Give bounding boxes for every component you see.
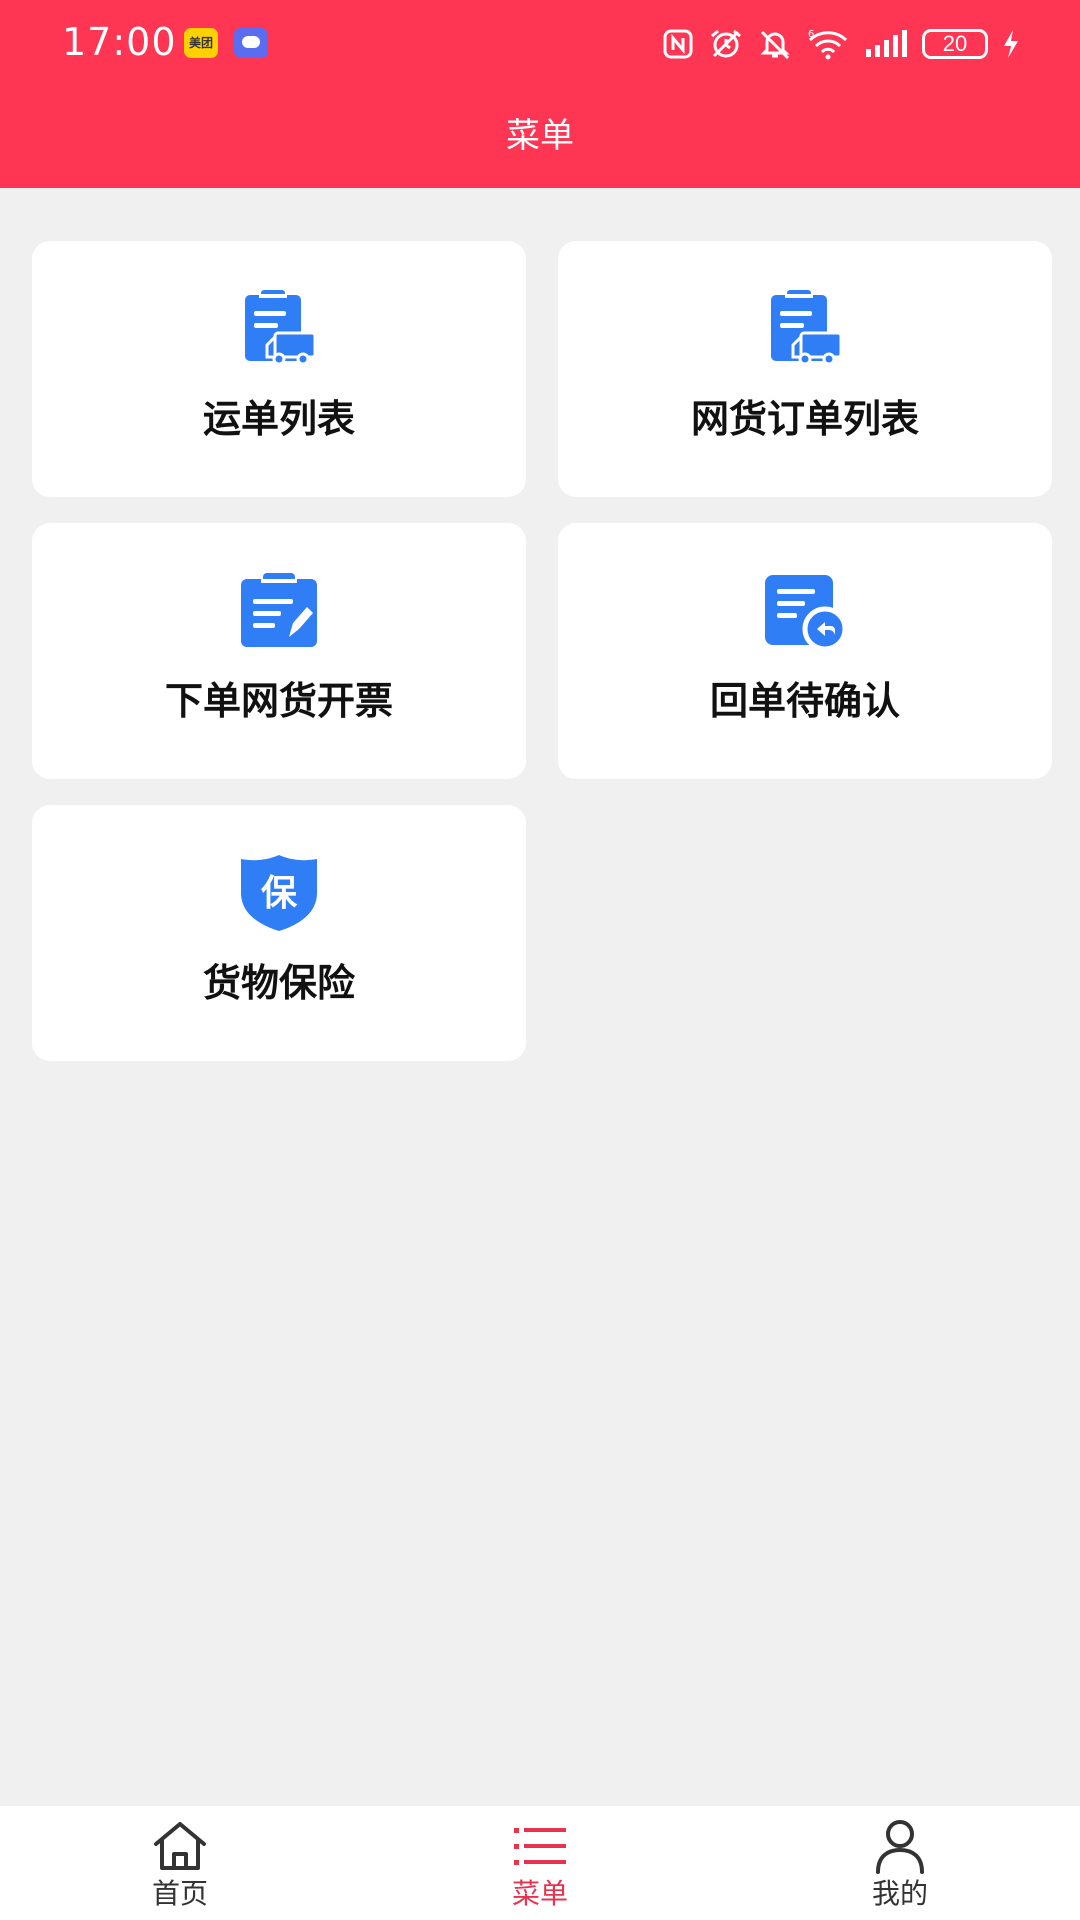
svg-text:6: 6 <box>808 29 814 40</box>
menu-grid: 运单列表 网货订单列表 下单网货开票 回单待确认 保 货物保险 <box>32 241 1052 1061</box>
tab-profile[interactable]: 我的 <box>720 1806 1080 1920</box>
message-icon <box>234 28 268 58</box>
battery-icon: 20 <box>922 29 988 59</box>
menu-card-cargo-insurance[interactable]: 保 货物保险 <box>32 805 526 1061</box>
app-header: 17:00 美团 6 20 菜单 <box>0 0 1080 188</box>
menu-card-label: 货物保险 <box>202 961 355 1005</box>
tab-menu[interactable]: 菜单 <box>360 1806 720 1920</box>
alarm-icon <box>708 28 744 60</box>
tab-label: 菜单 <box>511 1877 568 1910</box>
waybill-truck-icon <box>239 289 319 369</box>
menu-card-freight-order-list[interactable]: 网货订单列表 <box>558 241 1052 497</box>
menu-card-receipt-pending[interactable]: 回单待确认 <box>558 523 1052 779</box>
tab-label: 首页 <box>151 1877 208 1910</box>
wifi-icon: 6 <box>806 28 850 60</box>
tab-home[interactable]: 首页 <box>0 1806 360 1920</box>
status-bar: 17:00 美团 6 20 <box>0 0 1080 88</box>
nfc-icon <box>662 28 694 60</box>
menu-card-label: 下单网货开票 <box>164 679 393 723</box>
menu-card-label: 网货订单列表 <box>690 397 919 441</box>
menu-list-icon <box>510 1818 570 1874</box>
svg-text:保: 保 <box>261 873 298 914</box>
waybill-truck-icon <box>765 289 845 369</box>
signal-icon <box>864 29 908 59</box>
status-time: 17:00 <box>62 20 177 64</box>
menu-card-label: 回单待确认 <box>709 679 900 723</box>
receipt-return-icon <box>765 571 845 651</box>
insurance-shield-icon: 保 <box>239 853 319 933</box>
mute-icon <box>758 28 792 60</box>
page-title: 菜单 <box>506 116 574 156</box>
meituan-icon: 美团 <box>184 28 218 58</box>
invoice-edit-icon <box>239 571 319 651</box>
menu-card-freight-invoice[interactable]: 下单网货开票 <box>32 523 526 779</box>
home-icon <box>150 1818 210 1874</box>
status-icons: 6 20 <box>662 22 1020 66</box>
charging-icon <box>1002 29 1020 59</box>
menu-card-waybill-list[interactable]: 运单列表 <box>32 241 526 497</box>
bottom-tab-bar: 首页 菜单 我的 <box>0 1806 1080 1920</box>
tab-label: 我的 <box>871 1877 928 1910</box>
user-icon <box>870 1818 930 1874</box>
menu-card-label: 运单列表 <box>202 397 355 441</box>
